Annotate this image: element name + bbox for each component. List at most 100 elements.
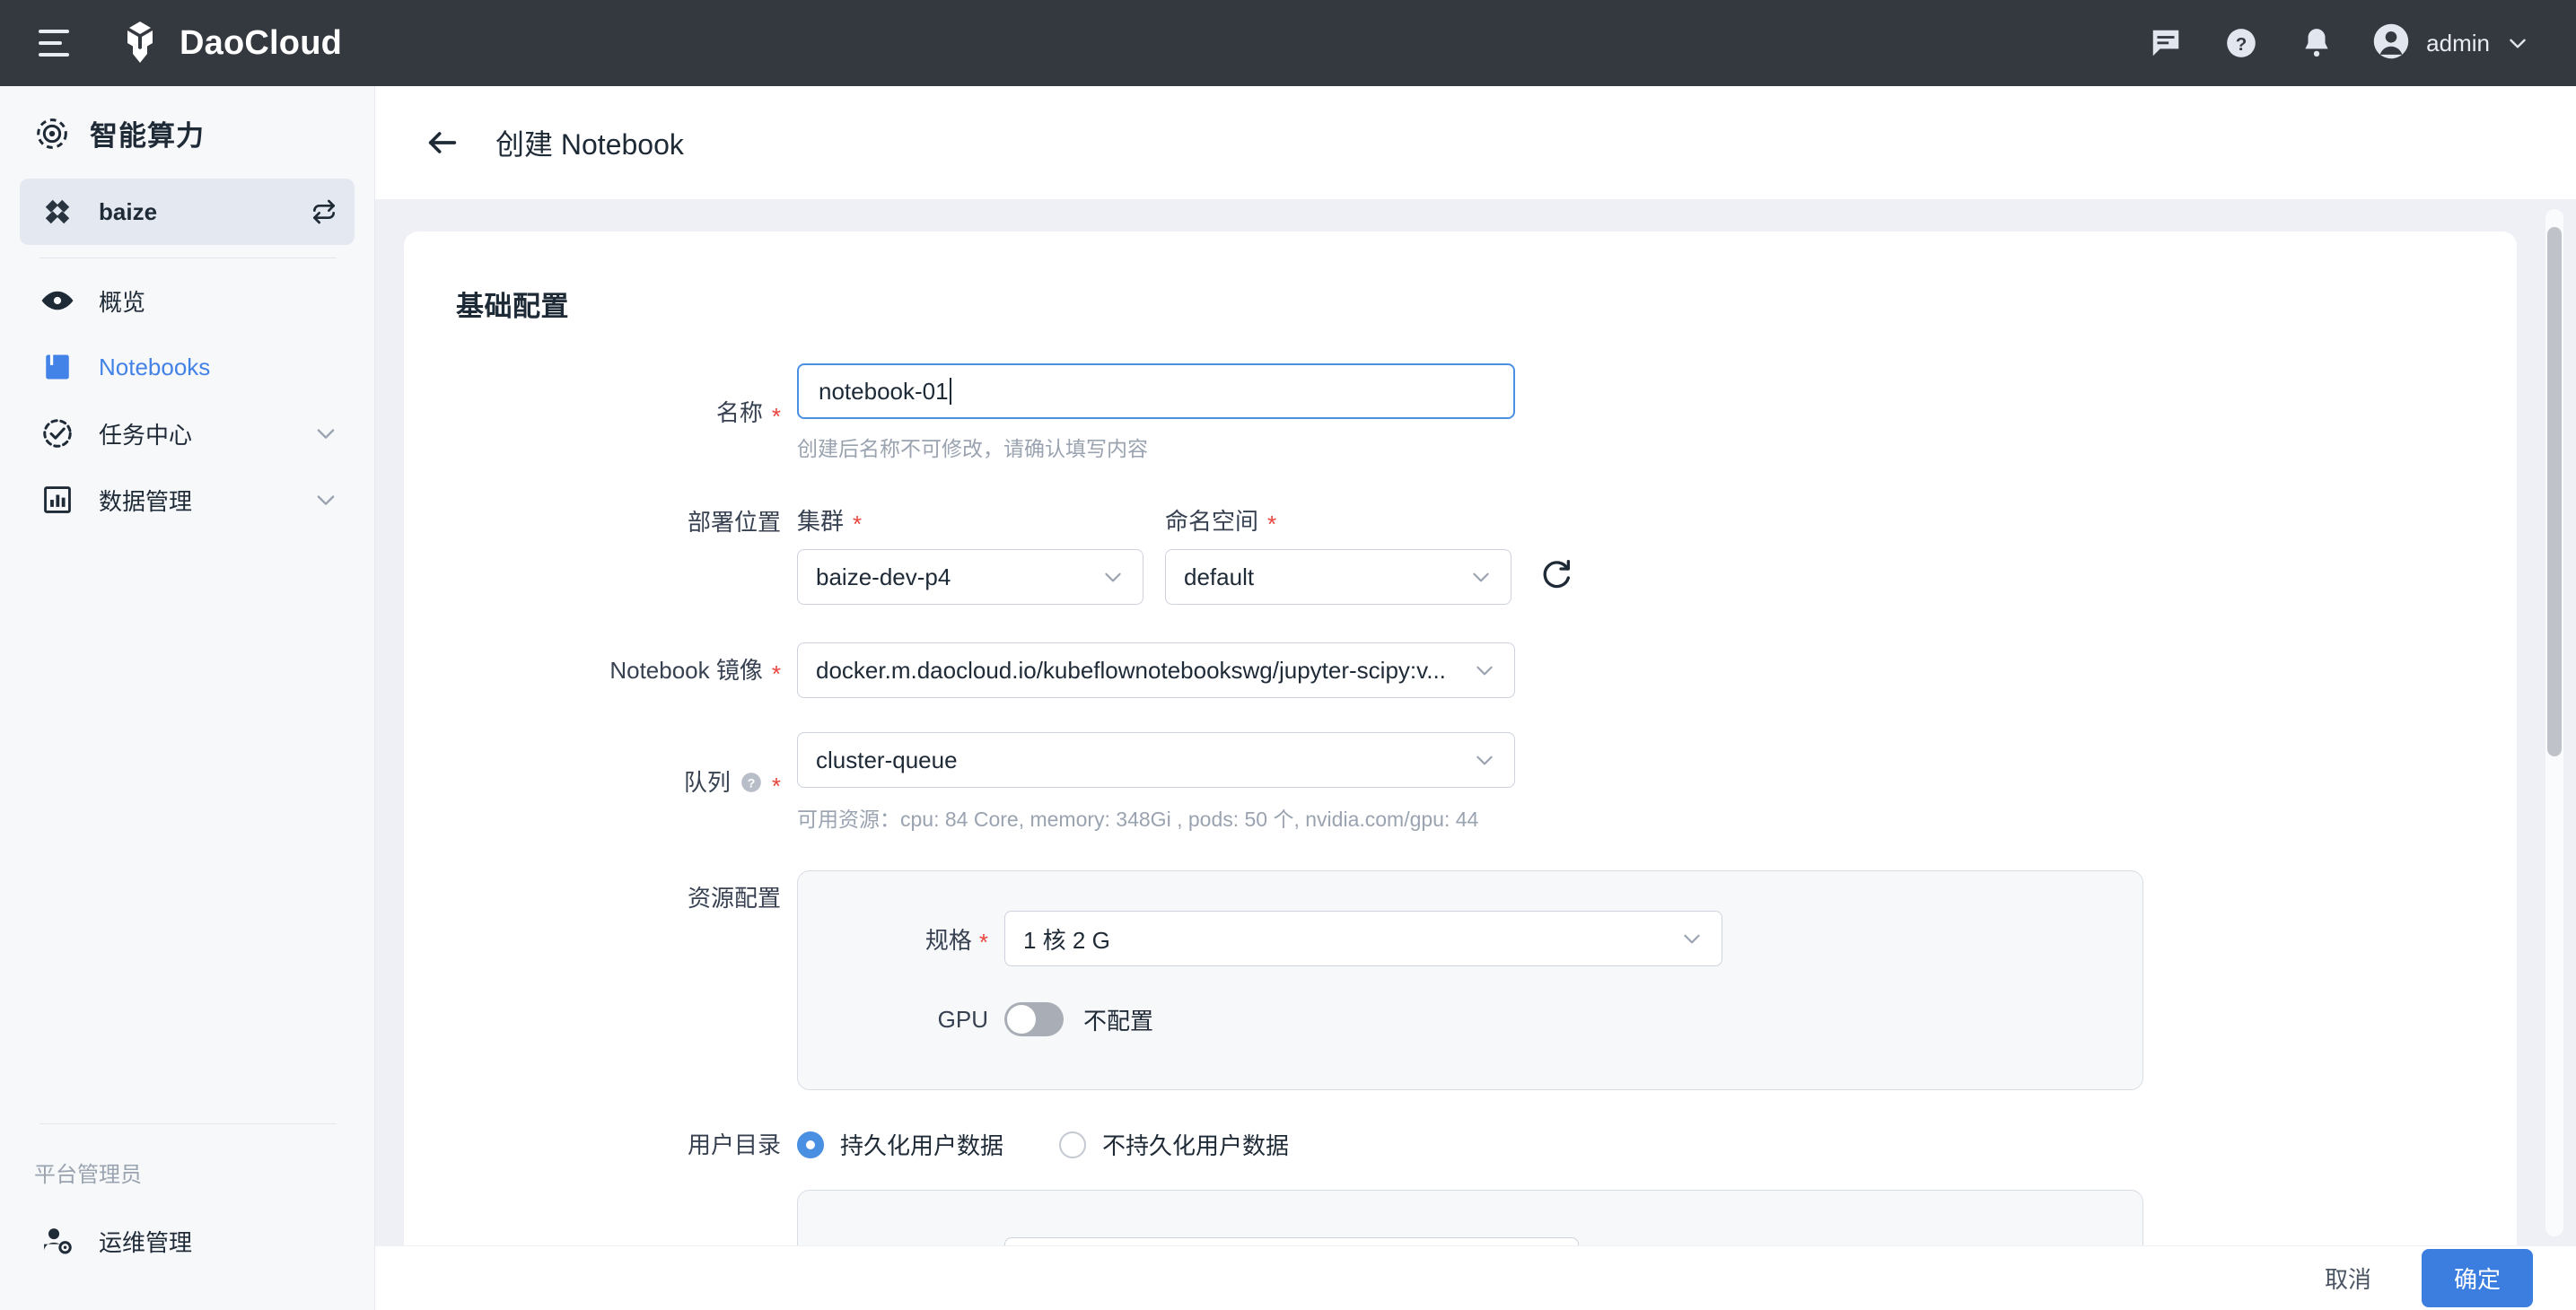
deploy-label: 部署位置 bbox=[687, 509, 781, 536]
svg-text:?: ? bbox=[748, 775, 756, 790]
radio-no-persist-user-data[interactable] bbox=[1059, 1131, 1087, 1158]
spec-row: 规格 * 1 核 2 G bbox=[798, 911, 2142, 966]
required-marker: * bbox=[771, 660, 781, 687]
queue-select[interactable]: cluster-queue bbox=[797, 732, 1515, 788]
gpu-label: GPU bbox=[937, 1005, 988, 1033]
name-input-wrap: notebook-01 创建后名称不可修改，请确认填写内容 bbox=[797, 363, 1515, 462]
image-label: Notebook 镜像 bbox=[609, 657, 763, 684]
queue-label-group: 队列 ? * bbox=[456, 732, 797, 833]
gpu-toggle-knob bbox=[1007, 1005, 1036, 1034]
sidebar-item-notebooks[interactable]: Notebooks bbox=[20, 334, 355, 400]
image-label-group: Notebook 镜像 * bbox=[456, 642, 797, 698]
deploy-fields: 集群 * baize-dev-p4 命名空间 * default bbox=[797, 503, 1580, 605]
spec-label: 规格 bbox=[924, 926, 972, 954]
cluster-select[interactable]: baize-dev-p4 bbox=[797, 549, 1143, 605]
user-name: admin bbox=[2426, 29, 2490, 57]
resource-label: 资源配置 bbox=[687, 885, 781, 912]
chevron-down-icon[interactable] bbox=[313, 487, 338, 512]
brand-name: DaoCloud bbox=[180, 23, 343, 62]
scrollbar-thumb[interactable] bbox=[2547, 227, 2562, 756]
user-menu[interactable]: admin bbox=[2372, 22, 2529, 65]
queue-resources-hint: 可用资源：cpu: 84 Core, memory: 348Gi , pods:… bbox=[797, 808, 1479, 831]
gpu-row: GPU 不配置 bbox=[798, 1002, 2142, 1036]
project-icon bbox=[39, 194, 75, 230]
page-title: 创建 Notebook bbox=[495, 128, 684, 161]
field-row-resource: 资源配置 规格 * 1 核 2 G GPU 不配置 bbox=[456, 870, 2517, 1090]
refresh-icon[interactable] bbox=[1533, 550, 1580, 597]
confirm-button[interactable]: 确定 bbox=[2421, 1249, 2533, 1307]
field-row-queue: 队列 ? * cluster-queue 可用资源：cpu: 84 Core, … bbox=[456, 732, 2517, 833]
sidebar: 智能算力 baize 概览 Notebooks 任务中心 数据管理 平台管理员 … bbox=[0, 86, 375, 1310]
name-label-group: 名称 * bbox=[456, 363, 797, 462]
field-row-name: 名称 * notebook-01 创建后名称不可修改，请确认填写内容 bbox=[456, 363, 2517, 462]
radio-label-no-persist: 不持久化用户数据 bbox=[1102, 1132, 1290, 1159]
section-title: 基础配置 bbox=[456, 291, 569, 322]
sidebar-item-ops-management[interactable]: 运维管理 bbox=[20, 1208, 355, 1274]
name-hint: 创建后名称不可修改，请确认填写内容 bbox=[797, 437, 1148, 460]
switch-project-icon[interactable] bbox=[310, 197, 338, 226]
eye-icon bbox=[39, 283, 75, 319]
page-header: 创建 Notebook bbox=[375, 86, 2576, 200]
radio-persist-user-data[interactable] bbox=[797, 1131, 824, 1158]
brand[interactable]: DaoCloud bbox=[117, 20, 342, 66]
sidebar-item-label: Notebooks bbox=[99, 353, 211, 380]
userdir-radio-group: 持久化用户数据 不持久化用户数据 bbox=[797, 1128, 2143, 1161]
userdir-fields: 持久化用户数据 不持久化用户数据 PVC * baize-workspace bbox=[797, 1128, 2143, 1245]
sidebar-item-label: 概览 bbox=[99, 288, 146, 316]
namespace-label: 命名空间 bbox=[1165, 508, 1259, 535]
pvc-select[interactable]: baize-workspace bbox=[1004, 1237, 1579, 1245]
sidebar-item-label: 任务中心 bbox=[99, 421, 193, 449]
sidebar-item-label: 运维管理 bbox=[99, 1228, 193, 1256]
chevron-down-icon[interactable] bbox=[313, 421, 338, 446]
cluster-field: 集群 * baize-dev-p4 bbox=[797, 503, 1143, 605]
name-input[interactable]: notebook-01 bbox=[797, 363, 1515, 419]
namespace-select[interactable]: default bbox=[1165, 549, 1511, 605]
name-input-value: notebook-01 bbox=[819, 377, 949, 405]
queue-label: 队列 bbox=[683, 769, 731, 796]
userdir-label: 用户目录 bbox=[687, 1131, 781, 1158]
pvc-box: PVC * baize-workspace bbox=[797, 1190, 2143, 1245]
required-marker: * bbox=[771, 403, 781, 430]
gpu-state-text: 不配置 bbox=[1083, 1007, 1154, 1035]
help-circle-icon[interactable]: ? bbox=[2221, 23, 2261, 63]
sidebar-title: 智能算力 bbox=[0, 86, 374, 179]
name-label: 名称 bbox=[715, 399, 763, 426]
chat-icon[interactable] bbox=[2146, 23, 2186, 63]
cluster-select-value: baize-dev-p4 bbox=[816, 563, 951, 590]
resource-box: 规格 * 1 核 2 G GPU 不配置 bbox=[797, 870, 2143, 1090]
sidebar-divider-bottom bbox=[39, 1123, 337, 1124]
queue-field: cluster-queue 可用资源：cpu: 84 Core, memory:… bbox=[797, 732, 1515, 833]
gpu-toggle[interactable] bbox=[1004, 1002, 1064, 1036]
chevron-down-icon[interactable] bbox=[2506, 31, 2529, 55]
image-select-value: docker.m.daocloud.io/kubeflownotebookswg… bbox=[816, 656, 1446, 684]
chevron-down-icon bbox=[1457, 565, 1493, 589]
daocloud-logo-icon bbox=[117, 20, 163, 66]
text-caret bbox=[949, 378, 951, 405]
cluster-label-group: 集群 * bbox=[797, 503, 1143, 537]
cancel-button[interactable]: 取消 bbox=[2307, 1253, 2389, 1304]
chart-box-icon bbox=[39, 482, 75, 518]
sidebar-project-label: baize bbox=[99, 197, 158, 225]
sidebar-item-label: 数据管理 bbox=[99, 487, 193, 515]
sidebar-project-switcher[interactable]: baize bbox=[20, 179, 355, 245]
image-select[interactable]: docker.m.daocloud.io/kubeflownotebookswg… bbox=[797, 642, 1515, 698]
arrow-left-icon[interactable] bbox=[422, 122, 463, 163]
bell-icon[interactable] bbox=[2297, 23, 2336, 63]
cluster-label: 集群 bbox=[797, 508, 845, 535]
queue-select-value: cluster-queue bbox=[816, 746, 958, 773]
chevron-down-icon bbox=[1089, 565, 1125, 589]
sidebar-item-data-management[interactable]: 数据管理 bbox=[20, 467, 355, 533]
task-check-icon bbox=[39, 415, 75, 451]
required-marker: * bbox=[1267, 510, 1277, 537]
hamburger-icon[interactable] bbox=[29, 18, 79, 68]
field-row-image: Notebook 镜像 * docker.m.daocloud.io/kubef… bbox=[456, 642, 2517, 698]
sidebar-item-overview[interactable]: 概览 bbox=[20, 267, 355, 334]
field-row-userdir: 用户目录 持久化用户数据 不持久化用户数据 PVC * bbox=[456, 1128, 2517, 1245]
namespace-label-group: 命名空间 * bbox=[1165, 503, 1511, 537]
app-root: DaoCloud ? admin 智能算力 baize 概览 Notebooks… bbox=[0, 0, 2576, 1310]
question-circle-icon[interactable]: ? bbox=[740, 771, 763, 794]
spec-select[interactable]: 1 核 2 G bbox=[1004, 911, 1722, 966]
field-row-deploy: 部署位置 集群 * baize-dev-p4 命名空间 * default bbox=[456, 503, 2517, 605]
spec-label-group: 规格 * bbox=[798, 922, 1004, 956]
sidebar-item-task-center[interactable]: 任务中心 bbox=[20, 400, 355, 467]
